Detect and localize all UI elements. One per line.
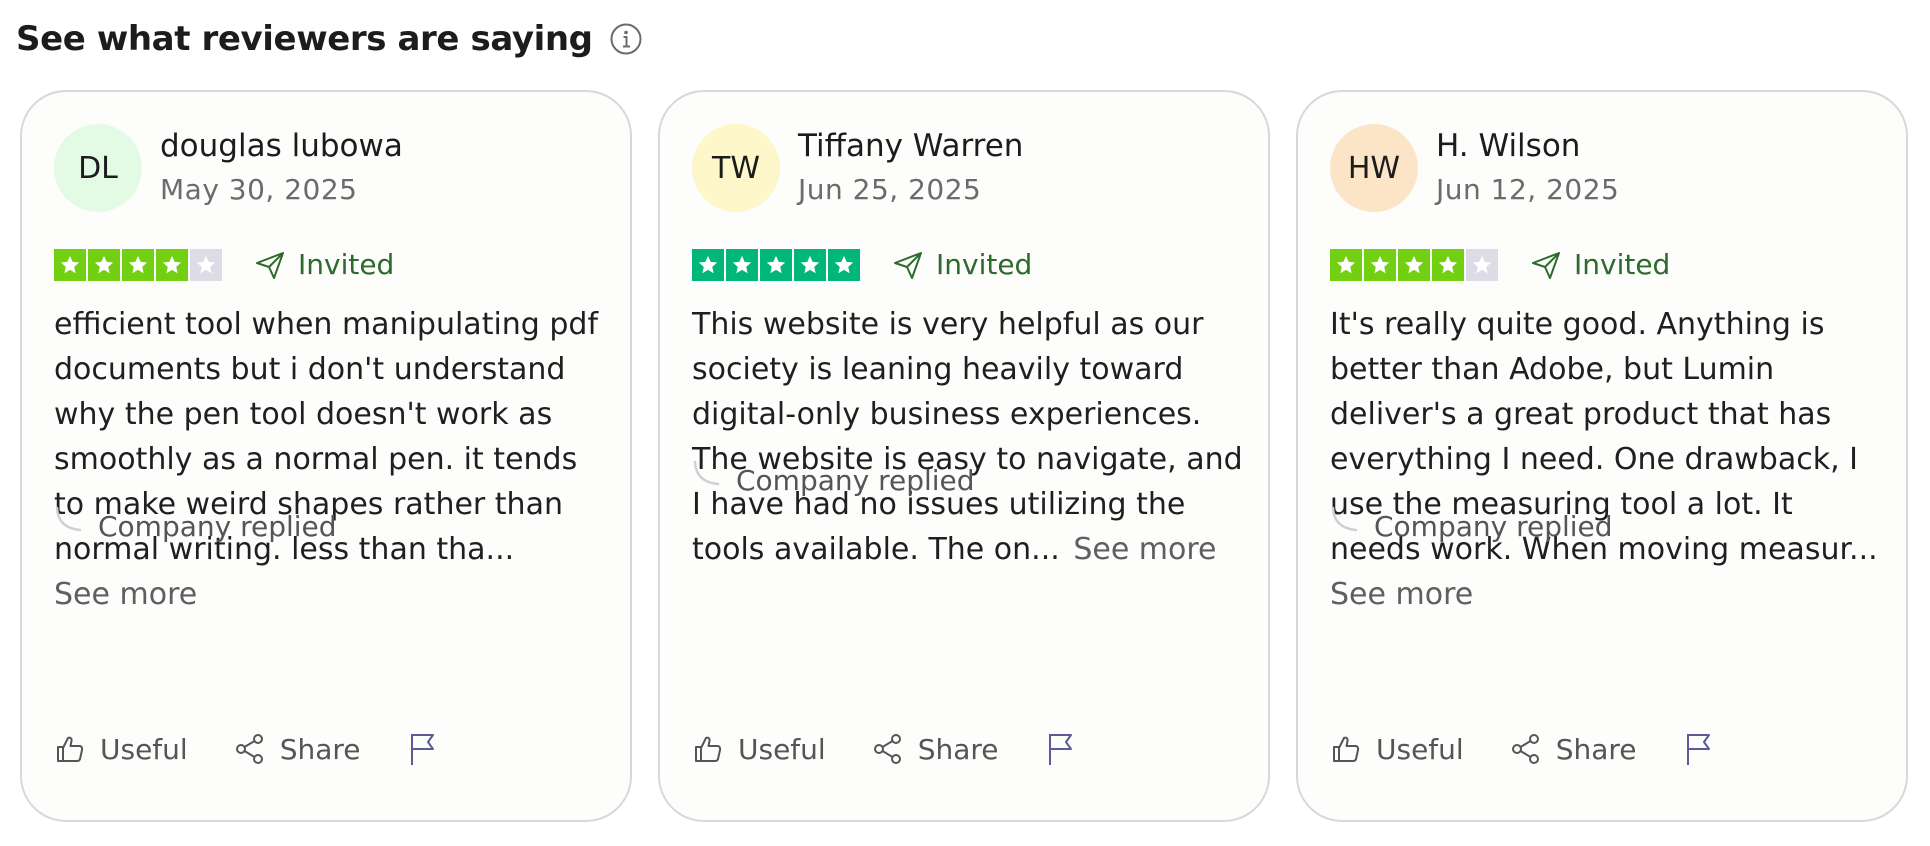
reviewer-info[interactable]: TW Tiffany Warren Jun 25, 2025 xyxy=(692,124,1023,212)
paper-plane-icon xyxy=(1532,251,1560,279)
company-replied-label: Company replied xyxy=(98,510,337,543)
star-empty xyxy=(1466,248,1498,281)
avatar[interactable]: DL xyxy=(54,124,142,212)
reviewer-info[interactable]: DL douglas lubowa May 30, 2025 xyxy=(54,124,403,212)
star-filled xyxy=(122,248,154,281)
review-text[interactable]: It's really quite good. Anything is bett… xyxy=(1330,302,1882,617)
company-replied-label: Company replied xyxy=(736,464,975,497)
reviews-section: See what reviewers are saying DL douglas… xyxy=(0,0,1930,846)
reviewer-name[interactable]: Tiffany Warren xyxy=(798,124,1023,168)
see-more-link[interactable]: See more xyxy=(1073,532,1216,567)
useful-button[interactable]: Useful xyxy=(54,733,188,766)
section-title: See what reviewers are saying xyxy=(16,19,593,59)
invited-label: Invited xyxy=(936,248,1033,281)
share-label: Share xyxy=(917,732,999,766)
company-replied[interactable]: Company replied xyxy=(1330,506,1613,543)
flag-icon xyxy=(1048,734,1072,765)
share-button[interactable]: Share xyxy=(1510,733,1637,766)
rating-row: Invited xyxy=(1330,248,1670,281)
star-rating xyxy=(54,248,222,281)
company-replied-label: Company replied xyxy=(1374,510,1613,543)
star-filled xyxy=(760,248,792,281)
review-date: Jun 25, 2025 xyxy=(798,173,982,206)
useful-label: Useful xyxy=(1376,732,1464,766)
report-button[interactable] xyxy=(407,732,453,766)
reviewer-meta: H. Wilson Jun 12, 2025 xyxy=(1436,124,1619,212)
thumbs-up-icon xyxy=(1333,736,1360,762)
invited-badge[interactable]: Invited xyxy=(1530,248,1670,281)
review-date: Jun 12, 2025 xyxy=(1436,173,1620,206)
flag-icon xyxy=(1686,734,1710,765)
avatar[interactable]: TW xyxy=(692,124,780,212)
star-filled xyxy=(1364,248,1396,281)
rating-row: Invited xyxy=(692,248,1032,281)
section-header: See what reviewers are saying xyxy=(16,12,643,66)
report-button[interactable] xyxy=(1683,732,1729,766)
review-actions: Useful Share xyxy=(1330,732,1775,766)
star-filled xyxy=(1398,248,1430,281)
review-card[interactable]: TW Tiffany Warren Jun 25, 2025 Invited T… xyxy=(658,90,1270,822)
see-more-link[interactable]: See more xyxy=(1330,577,1473,612)
share-icon xyxy=(873,734,901,764)
star-rating xyxy=(692,248,860,281)
reply-curve-icon xyxy=(1331,506,1358,531)
invited-badge[interactable]: Invited xyxy=(892,248,1032,281)
useful-button[interactable]: Useful xyxy=(692,733,826,766)
review-actions: Useful Share xyxy=(692,732,1137,766)
star-filled xyxy=(1432,248,1464,281)
share-icon xyxy=(235,734,263,764)
review-actions: Useful Share xyxy=(54,732,499,766)
share-label: Share xyxy=(1555,732,1637,766)
company-replied[interactable]: Company replied xyxy=(54,506,337,543)
review-card[interactable]: DL douglas lubowa May 30, 2025 Invited e… xyxy=(20,90,632,822)
reviewer-info[interactable]: HW H. Wilson Jun 12, 2025 xyxy=(1330,124,1619,212)
share-label: Share xyxy=(279,732,361,766)
invited-badge[interactable]: Invited xyxy=(254,248,394,281)
reviewer-meta: douglas lubowa May 30, 2025 xyxy=(160,124,403,212)
star-empty xyxy=(190,248,222,281)
useful-label: Useful xyxy=(100,732,188,766)
star-filled xyxy=(54,248,86,281)
info-icon[interactable] xyxy=(609,22,643,56)
paper-plane-icon xyxy=(256,251,284,279)
invited-label: Invited xyxy=(1574,248,1671,281)
share-button[interactable]: Share xyxy=(234,733,361,766)
share-icon xyxy=(1511,734,1539,764)
star-filled xyxy=(828,248,860,281)
paper-plane-icon xyxy=(894,251,922,279)
useful-button[interactable]: Useful xyxy=(1330,733,1464,766)
star-filled xyxy=(794,248,826,281)
flag-icon xyxy=(410,734,434,765)
review-cards: DL douglas lubowa May 30, 2025 Invited e… xyxy=(20,90,1908,822)
rating-row: Invited xyxy=(54,248,394,281)
review-text[interactable]: efficient tool when manipulating pdf doc… xyxy=(54,302,606,617)
useful-label: Useful xyxy=(738,732,826,766)
star-filled xyxy=(1330,248,1362,281)
reply-curve-icon xyxy=(55,506,82,531)
reviewer-name[interactable]: H. Wilson xyxy=(1436,124,1619,168)
review-body: This website is very helpful as our soci… xyxy=(692,307,1243,567)
thumbs-up-icon xyxy=(57,736,84,762)
star-rating xyxy=(1330,248,1498,281)
share-button[interactable]: Share xyxy=(872,733,999,766)
star-filled xyxy=(156,248,188,281)
star-filled xyxy=(692,248,724,281)
star-filled xyxy=(88,248,120,281)
thumbs-up-icon xyxy=(695,736,722,762)
reviewer-name[interactable]: douglas lubowa xyxy=(160,124,403,168)
reviewer-meta: Tiffany Warren Jun 25, 2025 xyxy=(798,124,1023,212)
review-date: May 30, 2025 xyxy=(160,173,358,206)
avatar[interactable]: HW xyxy=(1330,124,1418,212)
review-card[interactable]: HW H. Wilson Jun 12, 2025 Invited It's r… xyxy=(1296,90,1908,822)
company-replied[interactable]: Company replied xyxy=(692,460,975,497)
invited-label: Invited xyxy=(298,248,395,281)
see-more-link[interactable]: See more xyxy=(54,577,197,612)
reply-curve-icon xyxy=(693,460,720,485)
review-text[interactable]: This website is very helpful as our soci… xyxy=(692,302,1244,572)
star-filled xyxy=(726,248,758,281)
report-button[interactable] xyxy=(1045,732,1091,766)
